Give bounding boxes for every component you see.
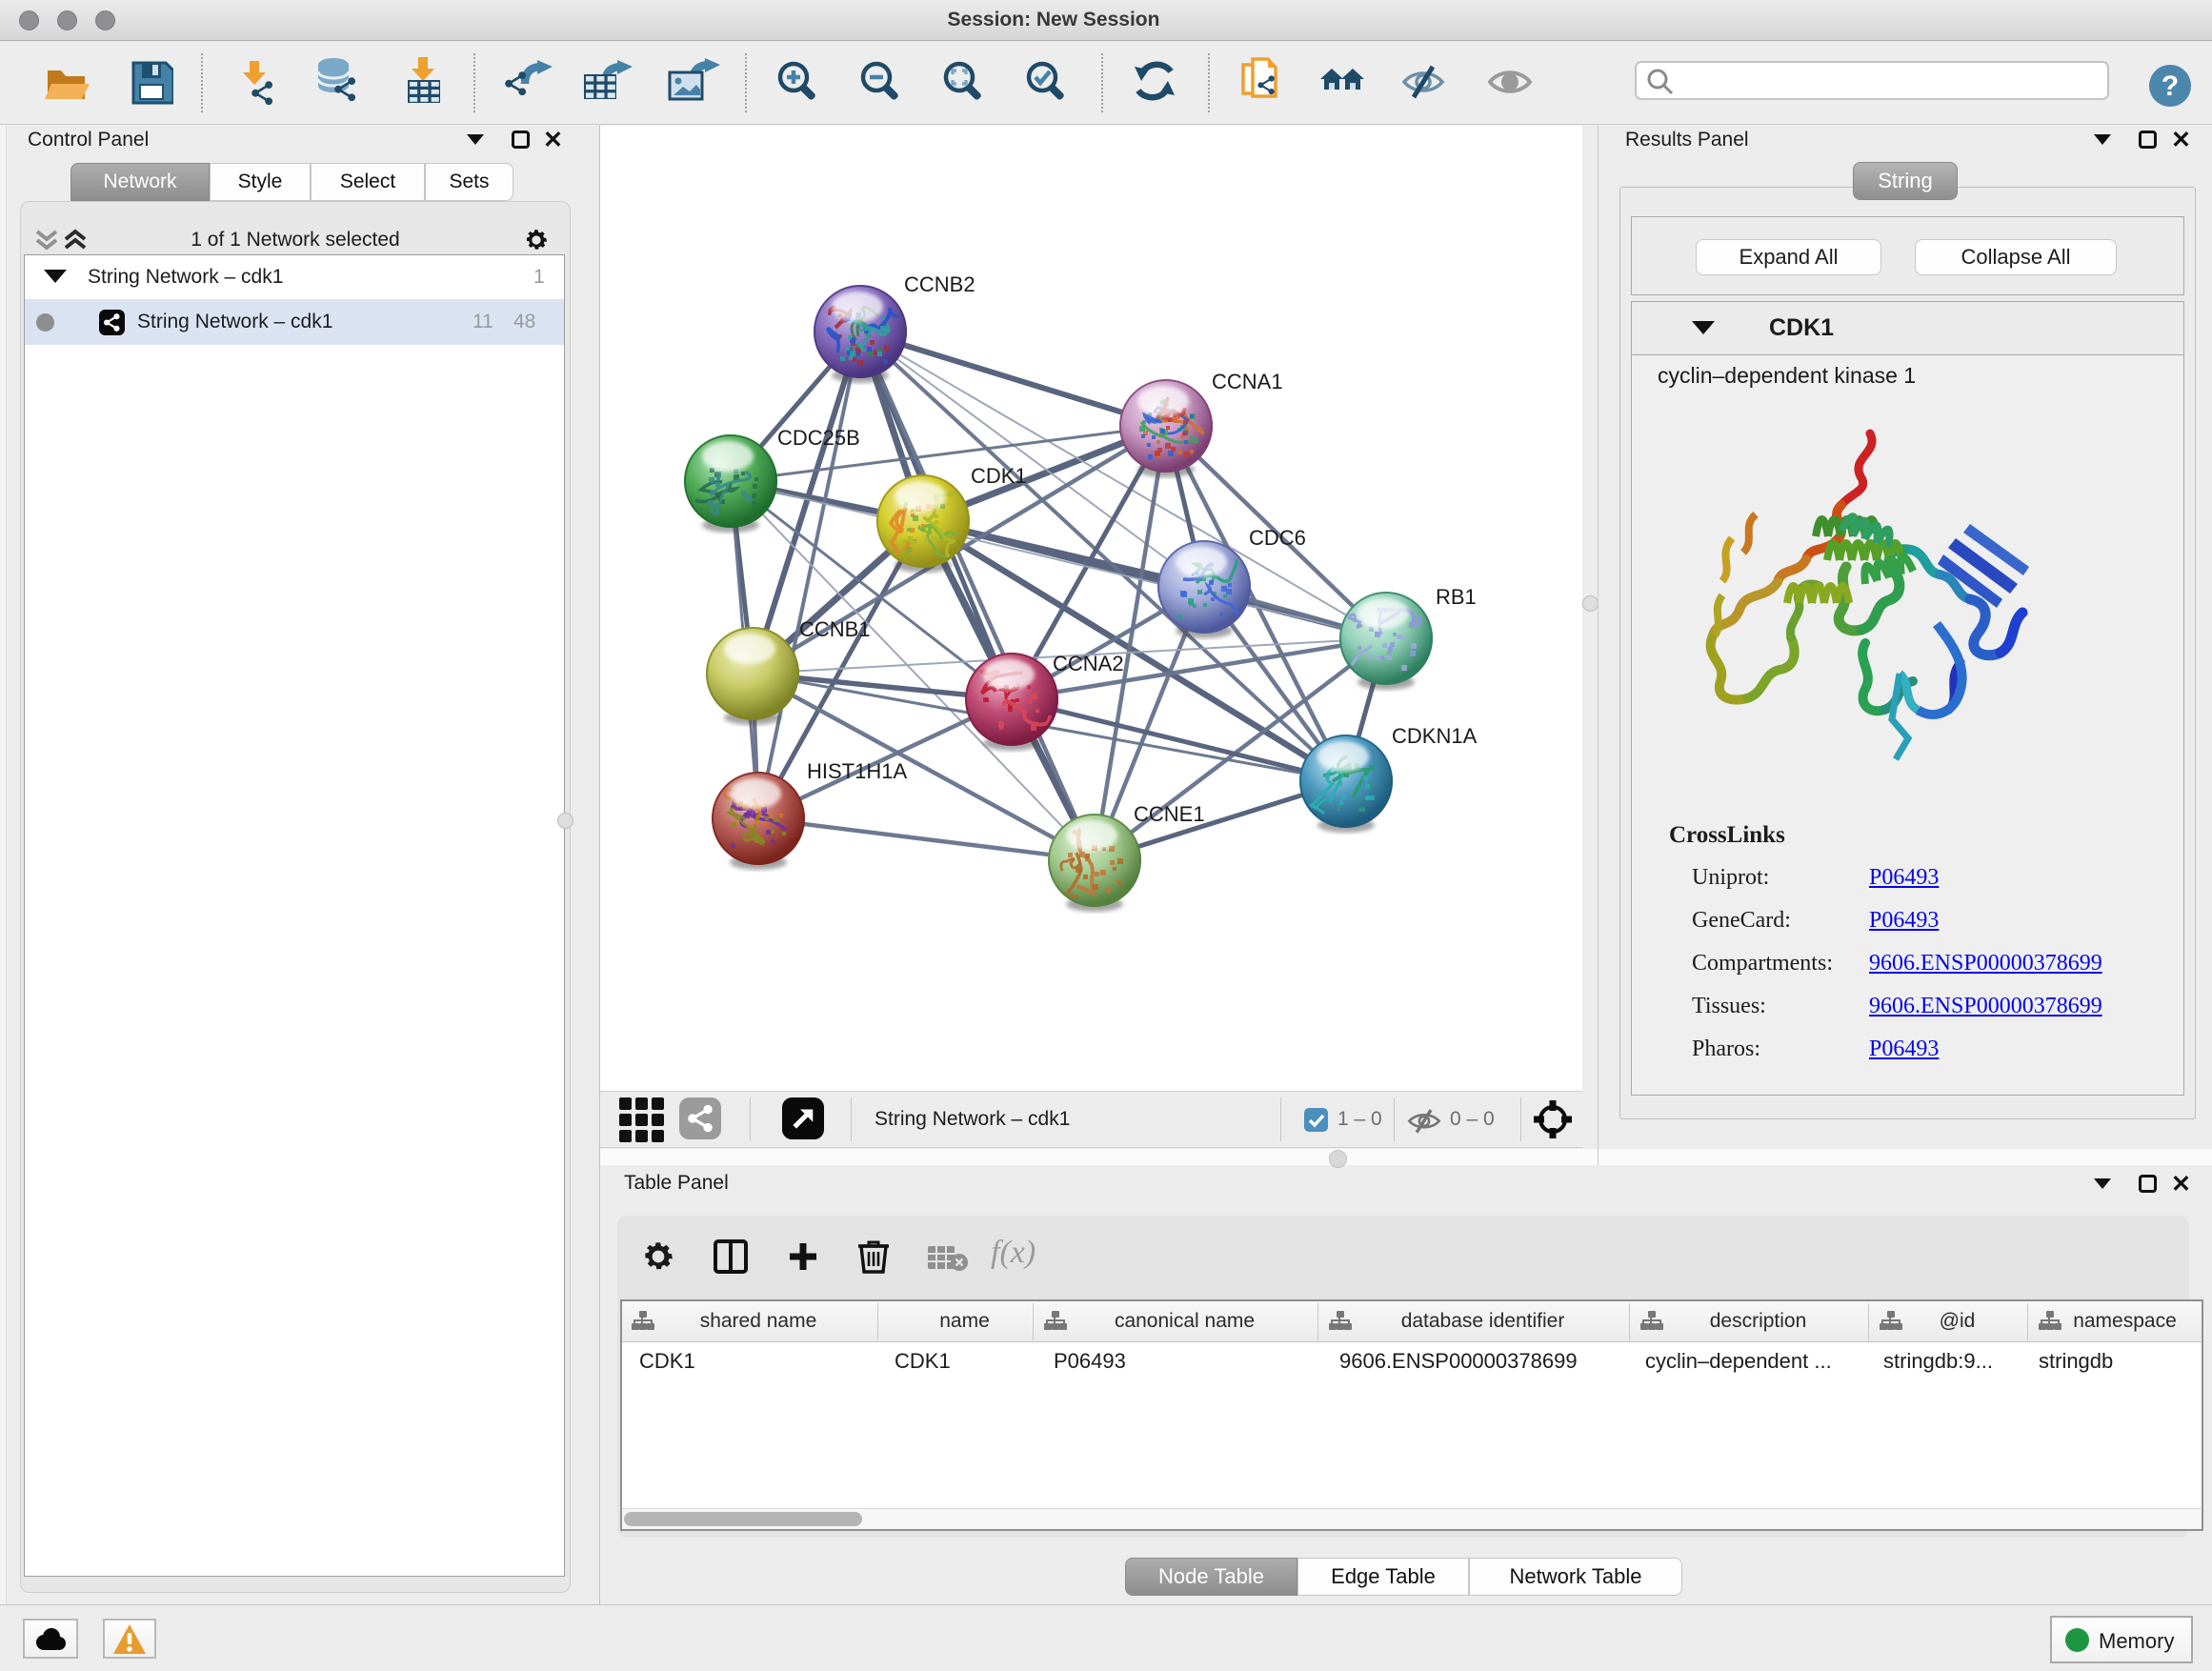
svg-text:CCNB2: CCNB2 — [904, 272, 975, 296]
svg-text:CDKN1A: CDKN1A — [1392, 724, 1478, 748]
svg-text:RB1: RB1 — [1436, 585, 1477, 609]
svg-text:CCNE1: CCNE1 — [1134, 802, 1205, 826]
svg-text:CCNA2: CCNA2 — [1053, 652, 1124, 675]
svg-text:CDC6: CDC6 — [1249, 526, 1306, 550]
svg-text:CCNA1: CCNA1 — [1212, 370, 1283, 393]
svg-text:CDC25B: CDC25B — [777, 426, 860, 450]
svg-text:CCNB1: CCNB1 — [799, 617, 871, 641]
svg-text:?: ? — [2162, 70, 2179, 102]
svg-text:HIST1H1A: HIST1H1A — [807, 759, 907, 783]
svg-text:CDK1: CDK1 — [971, 464, 1027, 488]
